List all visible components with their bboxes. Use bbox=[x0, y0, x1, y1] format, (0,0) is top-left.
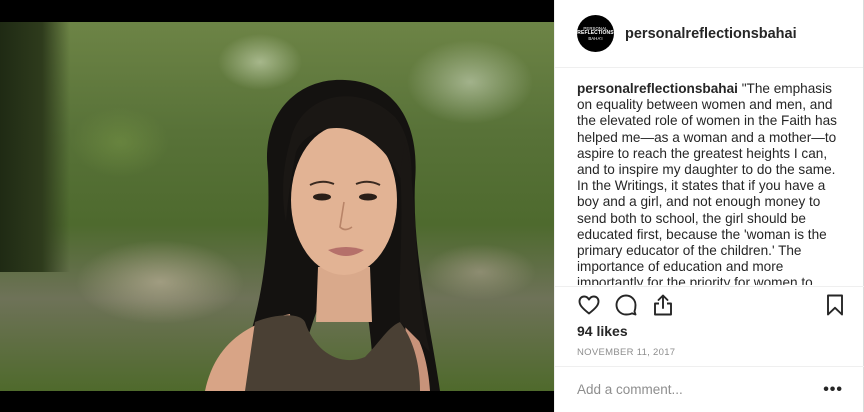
post-media bbox=[0, 0, 554, 412]
divider bbox=[555, 286, 864, 287]
comment-icon[interactable] bbox=[614, 293, 638, 317]
bookmark-icon[interactable] bbox=[823, 293, 847, 317]
caption-username[interactable]: personalreflectionsbahai bbox=[577, 81, 738, 96]
share-icon[interactable] bbox=[651, 293, 675, 317]
portrait-woman bbox=[205, 79, 440, 391]
post-caption: personalreflectionsbahai "The emphasis o… bbox=[577, 81, 847, 285]
comment-input[interactable] bbox=[577, 382, 824, 397]
post-photo[interactable] bbox=[0, 22, 554, 391]
action-bar bbox=[577, 292, 847, 318]
more-options-icon[interactable]: ••• bbox=[823, 381, 843, 399]
likes-count[interactable]: 94 likes bbox=[577, 323, 628, 339]
comment-bar: ••• bbox=[555, 366, 864, 412]
post-header: PERSONAL REFLECTIONS BAHA'I personalrefl… bbox=[555, 0, 863, 68]
post-details-panel: PERSONAL REFLECTIONS BAHA'I personalrefl… bbox=[554, 0, 864, 412]
header-username[interactable]: personalreflectionsbahai bbox=[625, 26, 797, 42]
avatar-text-bottom: BAHA'I bbox=[588, 36, 603, 41]
caption-text: "The emphasis on equality between women … bbox=[577, 81, 837, 285]
post-date[interactable]: NOVEMBER 11, 2017 bbox=[577, 347, 675, 358]
avatar[interactable]: PERSONAL REFLECTIONS BAHA'I bbox=[577, 15, 614, 52]
heart-icon[interactable] bbox=[577, 293, 601, 317]
